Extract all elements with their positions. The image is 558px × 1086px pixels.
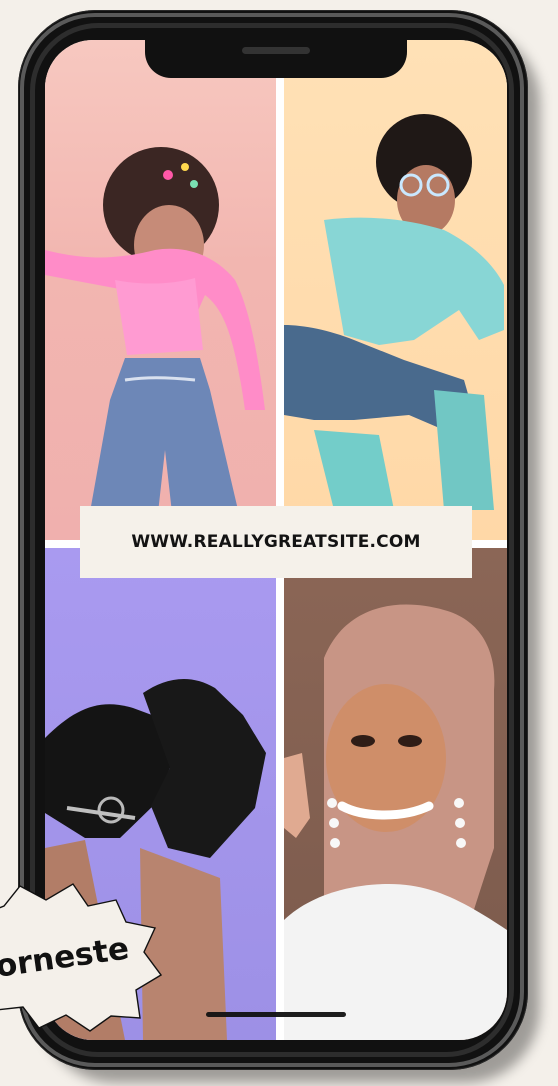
photo-top-left bbox=[45, 40, 276, 540]
fashion-portrait-top-right-illustration bbox=[284, 114, 504, 510]
notch-icon bbox=[145, 40, 407, 78]
website-url: WWW.REALLYGREATSITE.COM bbox=[131, 532, 421, 552]
page-canvas: WWW.REALLYGREATSITE.COM orneste bbox=[0, 0, 558, 1086]
smiling-portrait-illustration bbox=[284, 604, 507, 1040]
home-indicator-icon bbox=[206, 1012, 346, 1017]
photo-top-right bbox=[284, 40, 507, 540]
fashion-portrait-top-left-illustration bbox=[45, 147, 265, 540]
speaker-grille-icon bbox=[242, 47, 310, 54]
photo-bottom-right bbox=[284, 548, 507, 1040]
website-banner: WWW.REALLYGREATSITE.COM bbox=[80, 506, 472, 578]
